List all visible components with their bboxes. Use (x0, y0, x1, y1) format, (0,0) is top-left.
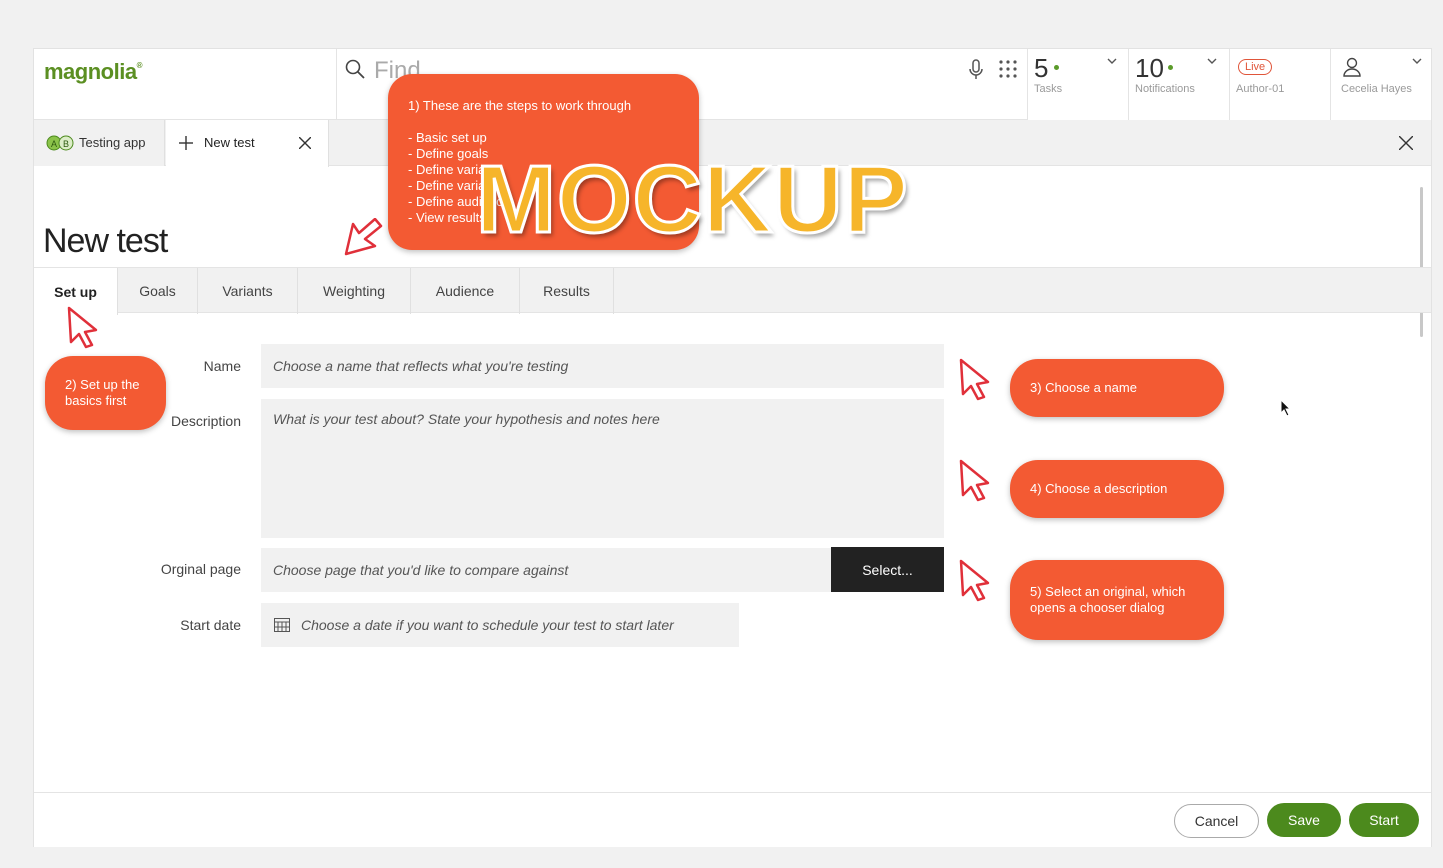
plus-icon (179, 136, 193, 150)
save-button[interactable]: Save (1267, 803, 1341, 837)
tab-label: New test (204, 135, 255, 150)
user-icon (1343, 57, 1361, 77)
section-tabs: Set up Goals Variants Weighting Audience… (34, 267, 1431, 315)
chevron-down-icon[interactable] (1411, 57, 1423, 65)
setup-annotation: 2) Set up the basics first (45, 356, 166, 430)
apps-grid-icon[interactable] (998, 59, 1018, 79)
magnolia-logo[interactable]: magnolia® (44, 59, 143, 85)
start-date-field[interactable] (261, 603, 739, 647)
notifications-label: Notifications (1135, 83, 1195, 95)
top-bar: magnolia® 5 Tasks 10 Notifications Live … (34, 49, 1431, 120)
tasks-label: Tasks (1034, 83, 1063, 95)
tab-new-test[interactable]: New test (166, 120, 329, 167)
page-title: New test (43, 222, 168, 260)
name-field[interactable] (261, 344, 944, 388)
start-date-label: Start date (180, 617, 241, 633)
arrow-pointer-icon (959, 459, 990, 502)
ab-test-icon: AB (46, 135, 74, 151)
search-icon[interactable] (345, 59, 365, 79)
mouse-cursor-icon (1280, 399, 1292, 417)
arrow-pointer-icon (959, 559, 990, 602)
step-item: - Basic set up (408, 130, 487, 145)
close-icon[interactable] (299, 137, 311, 149)
environment-label: Author-01 (1236, 83, 1285, 95)
tab-label: Testing app (79, 135, 146, 150)
microphone-icon[interactable] (967, 59, 985, 81)
logo-area: magnolia® (34, 49, 337, 120)
description-field[interactable] (261, 399, 944, 538)
select-page-button[interactable]: Select... (831, 547, 944, 592)
environment-indicator[interactable]: Live Author-01 (1229, 49, 1330, 120)
tab-audience[interactable]: Audience (411, 268, 520, 314)
mockup-watermark: MOCKUP (475, 146, 910, 253)
user-menu[interactable]: Cecelia Hayes (1330, 49, 1431, 120)
tab-variants[interactable]: Variants (198, 268, 298, 314)
original-annotation: 5) Select an original, which opens a cho… (1010, 560, 1224, 640)
svg-text:B: B (63, 139, 69, 149)
close-app-icon[interactable] (1399, 136, 1413, 150)
arrow-pointer-icon (67, 306, 98, 349)
status-dot (1168, 65, 1173, 70)
notifications-indicator[interactable]: 10 Notifications (1128, 49, 1229, 120)
tab-results[interactable]: Results (520, 268, 614, 314)
tasks-indicator[interactable]: 5 Tasks (1027, 49, 1128, 120)
status-dot (1054, 65, 1059, 70)
chevron-down-icon[interactable] (1106, 57, 1118, 65)
notifications-count: 10 (1135, 53, 1164, 83)
tab-weighting[interactable]: Weighting (298, 268, 411, 314)
start-button[interactable]: Start (1349, 803, 1419, 837)
description-annotation: 4) Choose a description (1010, 460, 1224, 518)
live-badge: Live (1238, 59, 1273, 75)
arrow-pointer-icon (344, 218, 383, 256)
name-annotation: 3) Choose a name (1010, 359, 1224, 417)
original-page-field[interactable] (261, 548, 831, 592)
svg-text:A: A (51, 139, 57, 149)
steps-title: 1) These are the steps to work through (408, 98, 632, 113)
tasks-count: 5 (1034, 53, 1049, 83)
calendar-icon[interactable] (274, 618, 290, 632)
user-name: Cecelia Hayes (1341, 83, 1412, 95)
original-page-label: Orginal page (160, 561, 241, 577)
tab-testing-app[interactable]: AB Testing app (34, 120, 165, 166)
arrow-pointer-icon (959, 358, 990, 401)
scrollbar[interactable] (1420, 187, 1423, 337)
dialog-footer: Cancel Save Start (34, 792, 1431, 847)
chevron-down-icon[interactable] (1206, 57, 1218, 65)
cancel-button[interactable]: Cancel (1174, 804, 1259, 838)
tab-goals[interactable]: Goals (118, 268, 198, 314)
